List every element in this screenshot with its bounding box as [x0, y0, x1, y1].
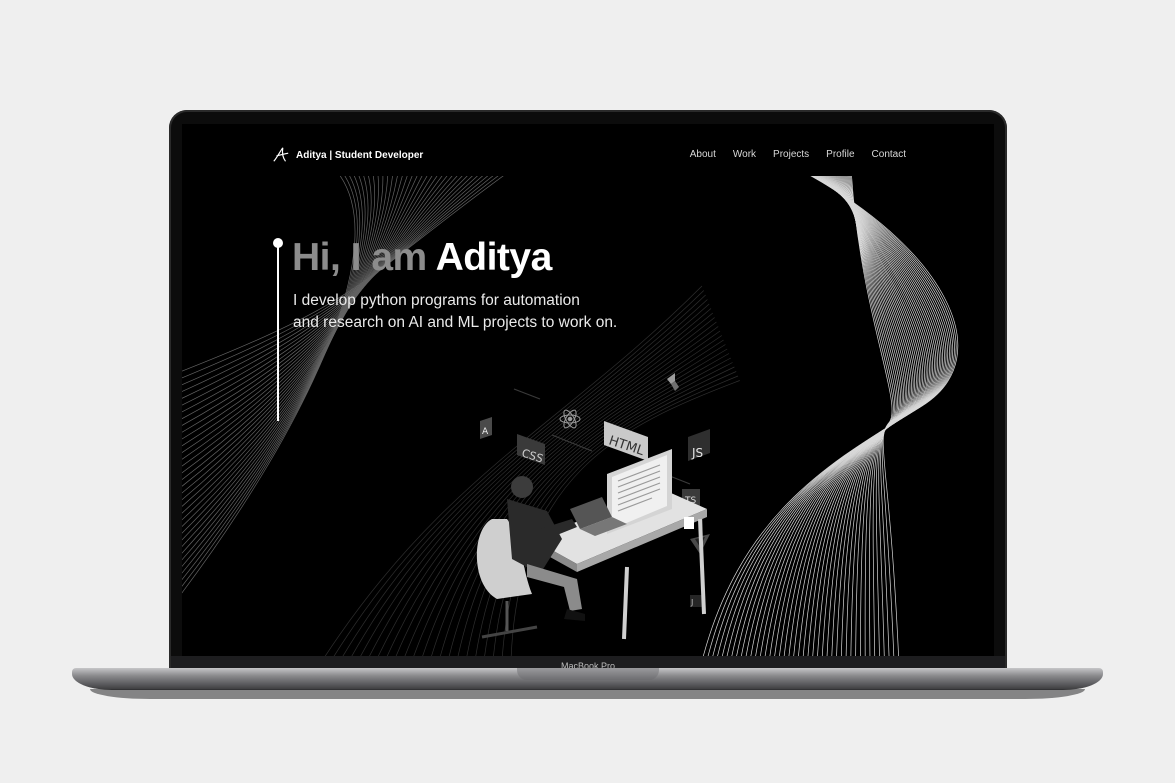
- angular-icon: A: [480, 417, 492, 439]
- react-icon: [559, 409, 581, 429]
- nav-link-profile[interactable]: Profile: [826, 149, 854, 160]
- browser-viewport: Aditya | Student Developer About Work Pr…: [182, 124, 994, 656]
- top-nav: Aditya | Student Developer About Work Pr…: [182, 124, 994, 176]
- signature-logo-icon: [273, 147, 289, 162]
- html-tag: HTML: [604, 421, 648, 461]
- svg-text:JS: JS: [691, 446, 703, 460]
- hero-title: Hi, I am Aditya: [292, 236, 552, 280]
- hero-subtitle-line-2: and research on AI and ML projects to wo…: [293, 314, 618, 331]
- nav-link-contact[interactable]: Contact: [872, 149, 906, 160]
- brand-text: Aditya | Student Developer: [296, 149, 424, 161]
- hero-greeting: Hi, I am: [292, 236, 427, 279]
- jest-icon: J: [690, 595, 702, 607]
- hero-name: Aditya: [435, 236, 553, 279]
- intro-timeline-line: [277, 241, 279, 421]
- hero-subtitle: I develop python programs for automation…: [293, 290, 693, 334]
- brand[interactable]: Aditya | Student Developer: [272, 146, 423, 164]
- intro-timeline-dot: [273, 238, 283, 248]
- developer-illustration: CSS HTML JS TS A J: [476, 373, 710, 640]
- nav-link-about[interactable]: About: [690, 149, 716, 160]
- svg-text:J: J: [690, 598, 693, 607]
- nav-link-projects[interactable]: Projects: [773, 149, 809, 160]
- flutter-icon: [667, 373, 679, 391]
- laptop-notch: [517, 668, 659, 680]
- svg-text:A: A: [482, 427, 489, 437]
- nav-link-work[interactable]: Work: [733, 149, 756, 160]
- js-tag: JS: [688, 429, 710, 461]
- nav-links: About Work Projects Profile Contact: [690, 149, 906, 160]
- css-tag: CSS: [517, 434, 545, 466]
- hero-subtitle-line-1: I develop python programs for automation: [293, 292, 580, 309]
- laptop-base-lip: [90, 689, 1085, 699]
